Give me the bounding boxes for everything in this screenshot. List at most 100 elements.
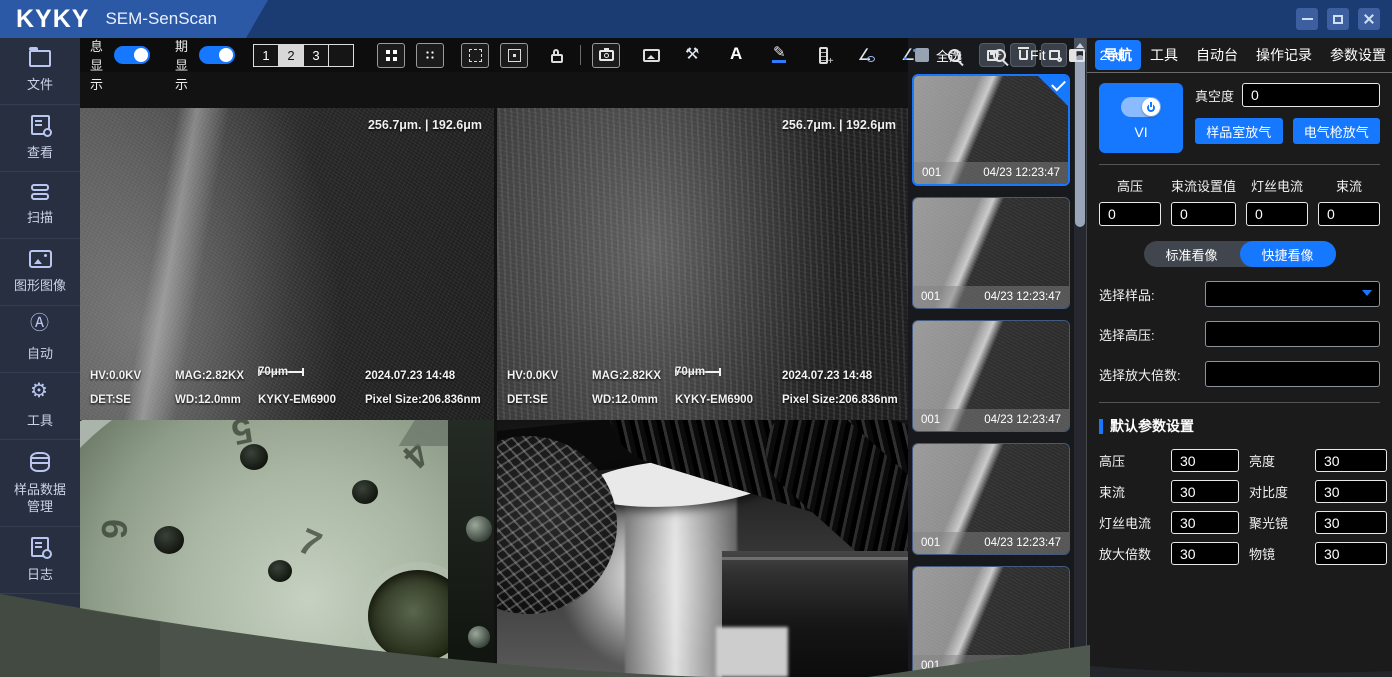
sidebar-item-view[interactable]: 查看 [0, 105, 80, 172]
sidebar-item-tools[interactable]: 工具 [0, 373, 80, 440]
vi-label: VI [1134, 124, 1147, 140]
thumbnail-item[interactable]: 001 04/23 12:23:47 [912, 197, 1070, 309]
thumbnail-item[interactable]: 001 04/23 12:23:47 [912, 566, 1070, 677]
scrollbar-thumb[interactable] [1075, 55, 1085, 227]
zoom-in-button[interactable] [987, 43, 1011, 67]
ruler-measure-button[interactable] [811, 43, 835, 67]
sidebar-item-log[interactable]: 日志 [0, 527, 80, 594]
thumbnail-id: 001 [921, 537, 940, 549]
minimize-icon [1302, 18, 1313, 20]
second-display-button[interactable]: 2nd [1100, 47, 1123, 63]
split-compare-button[interactable] [1065, 43, 1089, 67]
quad-layout-button[interactable] [377, 43, 405, 68]
zoom-out-button[interactable] [942, 43, 966, 67]
default-beam-input[interactable] [1171, 480, 1239, 503]
stage-number: 6 [93, 518, 136, 539]
mag-select-row: 选择放大倍数: [1099, 361, 1380, 387]
sidebar-item-auto[interactable]: 自动 [0, 306, 80, 373]
tab-operation-log[interactable]: 操作记录 [1247, 40, 1321, 70]
sidebar-item-scan[interactable]: 扫描 [0, 172, 80, 239]
app-title: SEM-SenScan [105, 9, 217, 29]
section-marker [1099, 419, 1103, 434]
page-3-button[interactable]: 3 [303, 44, 329, 67]
camera-icon [599, 50, 614, 61]
sem-image-2[interactable]: 256.7μm. | 192.6μm HV:0.0KV MAG:2.82KX 7… [497, 108, 908, 420]
sidebar-item-partial[interactable] [0, 594, 80, 661]
sidebar-item-label: 图形图像 [11, 277, 69, 294]
mag-select-field[interactable] [1205, 361, 1380, 387]
beam-set-field-input[interactable] [1171, 202, 1236, 226]
tab-auto-stage[interactable]: 自动台 [1187, 40, 1247, 70]
sidebar-item-sample-data[interactable]: 样品数据管理 [0, 440, 80, 527]
frame-selection-button[interactable] [500, 43, 528, 68]
dashed-selection-button[interactable] [461, 43, 489, 68]
default-hv-label: 高压 [1099, 451, 1161, 470]
chamber-camera-column-view[interactable] [497, 420, 908, 677]
draw-annotation-button[interactable] [768, 43, 792, 67]
standard-imaging-button[interactable]: 标准看像 [1144, 241, 1240, 267]
wrench-icon [685, 46, 703, 64]
angle-icon [901, 47, 917, 63]
filament-field-input[interactable] [1246, 202, 1308, 226]
beam-field-input[interactable] [1318, 202, 1380, 226]
sidebar: 文件 查看 扫描 图形图像 自动 工具 样品数据管理 日志 [0, 38, 80, 677]
maximize-button[interactable] [1327, 8, 1349, 30]
capture-button[interactable] [592, 43, 620, 68]
title-bar: KYKY SEM-SenScan [0, 0, 1392, 38]
lock-button[interactable] [545, 43, 569, 67]
vacuum-label: 真空度 [1195, 86, 1234, 105]
angle-measure-button[interactable] [897, 43, 921, 67]
close-button[interactable] [1358, 8, 1380, 30]
thumbnail-label-bar: 001 04/23 12:23:47 [913, 655, 1069, 677]
gun-vent-button[interactable]: 电气枪放气 [1293, 118, 1381, 144]
minimize-button[interactable] [1296, 8, 1318, 30]
hv-field-input[interactable] [1099, 202, 1161, 226]
thumbnail-item[interactable]: 001 04/23 12:23:47 [912, 443, 1070, 555]
default-hv-input[interactable] [1171, 449, 1239, 472]
tab-parameter-settings[interactable]: 参数设置 [1321, 40, 1392, 70]
sem-image-1[interactable]: 256.7μm. | 192.6μm HV:0.0KV MAG:2.82KX 7… [80, 108, 494, 420]
info-display-toggle[interactable] [114, 46, 150, 64]
thumbnail-item[interactable]: 001 04/23 12:23:47 [912, 74, 1070, 186]
dot-pattern-button[interactable] [416, 43, 444, 68]
window-controls [1296, 8, 1380, 30]
thumbnail-item[interactable]: 001 04/23 12:23:47 [912, 320, 1070, 432]
text-annotation-button[interactable] [725, 43, 749, 67]
tab-tools[interactable]: 工具 [1141, 40, 1187, 70]
log-icon [31, 537, 49, 557]
sidebar-item-file[interactable]: 文件 [0, 38, 80, 105]
vi-power-card[interactable]: VI [1099, 83, 1183, 153]
split-view-icon [1069, 49, 1085, 62]
chamber-camera-stage-view[interactable]: 5 4 6 7 [80, 420, 494, 677]
fit-button[interactable]: Fit [1030, 47, 1046, 63]
distance-measure-button[interactable] [854, 43, 878, 67]
pen-icon [772, 47, 788, 63]
quick-imaging-button[interactable]: 快捷看像 [1240, 241, 1336, 267]
image-adjust-button[interactable] [639, 43, 663, 67]
thumbnail-timestamp: 04/23 12:23:47 [984, 291, 1061, 303]
sidebar-item-label: 查看 [11, 144, 69, 161]
default-mag-input[interactable] [1171, 542, 1239, 565]
hv-select-field[interactable] [1205, 321, 1380, 347]
default-brightness-input[interactable] [1315, 449, 1387, 472]
default-filament-label: 灯丝电流 [1099, 513, 1161, 532]
view-mode-segment: 标准看像 快捷看像 [1144, 241, 1336, 267]
page-4-button[interactable] [328, 44, 354, 67]
beam-field: 高压 [1099, 176, 1161, 226]
default-condenser-input[interactable] [1315, 511, 1387, 534]
default-filament-input[interactable] [1171, 511, 1239, 534]
vacuum-input[interactable] [1242, 83, 1380, 107]
sample-select-dropdown[interactable] [1205, 281, 1380, 307]
default-contrast-input[interactable] [1315, 480, 1387, 503]
thumbnail-id: 001 [921, 414, 940, 426]
default-objective-input[interactable] [1315, 542, 1387, 565]
vi-power-toggle[interactable] [1121, 97, 1161, 117]
chamber-vent-button[interactable]: 样品室放气 [1195, 118, 1283, 144]
page-1-button[interactable]: 1 [253, 44, 279, 67]
thumbnail-id: 001 [922, 167, 941, 179]
thumbnail-scrollbar[interactable] [1074, 38, 1086, 677]
sidebar-item-graphics[interactable]: 图形图像 [0, 239, 80, 306]
image-tools-button[interactable] [682, 43, 706, 67]
date-display-toggle[interactable] [199, 46, 235, 64]
page-2-button[interactable]: 2 [278, 44, 304, 67]
